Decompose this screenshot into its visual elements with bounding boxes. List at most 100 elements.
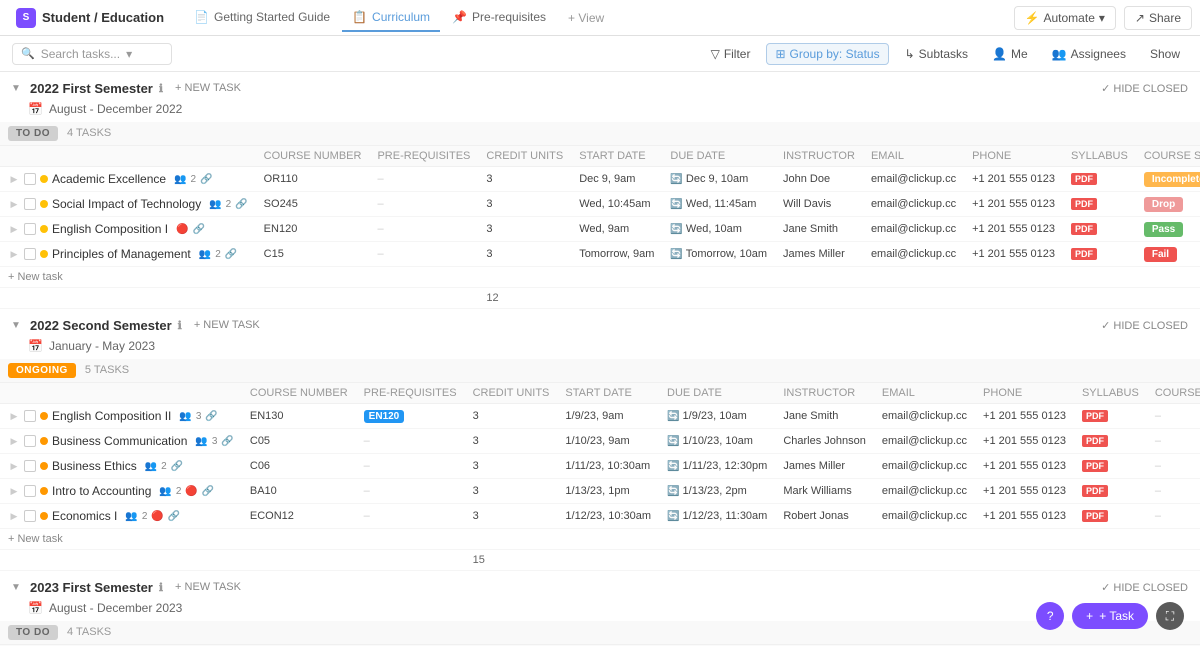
link-icon-sit[interactable]: 🔗: [235, 199, 247, 210]
assignees-btn[interactable]: 👥 Assignees: [1044, 44, 1134, 64]
course-status-ae: Incomplete: [1136, 167, 1200, 192]
section-2023-first: ▼ 2023 First Semester ℹ + NEW TASK ✓ HID…: [0, 571, 1200, 646]
task-name-ec1[interactable]: English Composition I: [52, 222, 168, 236]
group-by-btn[interactable]: ⊞ Group by: Status: [766, 43, 888, 65]
me-btn[interactable]: 👤 Me: [984, 44, 1036, 64]
task-expand-sit[interactable]: ▶: [8, 198, 20, 210]
syllabus-ec2[interactable]: PDF: [1074, 404, 1147, 429]
add-task-plus-icon: +: [1086, 609, 1093, 623]
task-name-pm[interactable]: Principles of Management: [52, 247, 191, 261]
task-expand-econ[interactable]: ▶: [8, 510, 20, 522]
automate-chevron: ▾: [1099, 11, 1105, 25]
automate-label: Automate: [1044, 11, 1095, 25]
new-task-btn-2022-first[interactable]: + NEW TASK: [169, 80, 247, 96]
link-icon-ec2[interactable]: 🔗: [205, 411, 217, 422]
link-icon-bc[interactable]: 🔗: [221, 436, 233, 447]
date-range-2023-first: August - December 2023: [49, 601, 182, 615]
add-view-btn[interactable]: + View: [558, 5, 614, 31]
help-btn[interactable]: ?: [1036, 602, 1064, 630]
link-icon-ec1[interactable]: 🔗: [193, 224, 205, 235]
syllabus-ae[interactable]: PDF: [1063, 167, 1136, 192]
syllabus-bc[interactable]: PDF: [1074, 429, 1147, 454]
task-checkbox-ae[interactable]: [24, 173, 36, 185]
task-name-bc[interactable]: Business Communication: [52, 434, 187, 448]
task-checkbox-be[interactable]: [24, 460, 36, 472]
new-task-btn-2022-second[interactable]: + NEW TASK: [188, 317, 266, 333]
toolbar-right: ▽ Filter ⊞ Group by: Status ↳ Subtasks 👤…: [703, 43, 1188, 65]
add-task-link-2022-first[interactable]: + New task: [8, 271, 1200, 283]
task-name-ec2[interactable]: English Composition II: [52, 409, 171, 423]
expand-btn[interactable]: ⛶: [1156, 602, 1184, 630]
start-date-ec1: Wed, 9am: [571, 217, 662, 242]
instructor-ia: Mark Williams: [775, 479, 874, 504]
task-expand-pm[interactable]: ▶: [8, 248, 20, 260]
task-name-ia[interactable]: Intro to Accounting: [52, 484, 151, 498]
filter-btn[interactable]: ▽ Filter: [703, 44, 759, 64]
syllabus-sit[interactable]: PDF: [1063, 192, 1136, 217]
link-icon-ae[interactable]: 🔗: [200, 174, 212, 185]
link-icon-be[interactable]: 🔗: [171, 461, 183, 472]
section-toggle-2023-first[interactable]: ▼: [8, 579, 24, 595]
link-icon-pm[interactable]: 🔗: [225, 249, 237, 260]
add-task-link-2022-second[interactable]: + New task: [8, 533, 1200, 545]
task-checkbox-ec1[interactable]: [24, 223, 36, 235]
section-title-text-2022-first: 2022 First Semester: [30, 81, 153, 96]
section-title-text-2023-first: 2023 First Semester: [30, 580, 153, 595]
task-name-econ[interactable]: Economics I: [52, 509, 117, 523]
task-expand-be[interactable]: ▶: [8, 460, 20, 472]
subtasks-btn[interactable]: ↳ Subtasks: [897, 44, 976, 64]
hide-closed-btn-2022-second[interactable]: ✓ HIDE CLOSED: [1101, 319, 1188, 332]
syllabus-be[interactable]: PDF: [1074, 454, 1147, 479]
task-name-cell-be: ▶ Business Ethics 👥2 🔗: [0, 454, 242, 479]
show-label: Show: [1150, 47, 1180, 61]
section-info-2022-first[interactable]: ℹ: [159, 82, 163, 95]
show-btn[interactable]: Show: [1142, 44, 1188, 64]
pre-req-bc: –: [356, 429, 465, 454]
task-name-ae[interactable]: Academic Excellence: [52, 172, 166, 186]
filter-icon: ▽: [711, 47, 720, 61]
task-expand-ec1[interactable]: ▶: [8, 223, 20, 235]
col-task-name: [0, 146, 256, 167]
tab-prerequisites[interactable]: 📌 Pre-requisites: [442, 4, 556, 32]
email-pm: email@clickup.cc: [863, 242, 964, 267]
add-task-fab[interactable]: + + Task: [1072, 603, 1148, 629]
task-checkbox-bc[interactable]: [24, 435, 36, 447]
task-expand-ia[interactable]: ▶: [8, 485, 20, 497]
task-checkbox-ia[interactable]: [24, 485, 36, 497]
syllabus-ec1[interactable]: PDF: [1063, 217, 1136, 242]
credits-pm: 3: [478, 242, 571, 267]
hide-closed-btn-2023-first[interactable]: ✓ HIDE CLOSED: [1101, 581, 1188, 594]
task-expand-bc[interactable]: ▶: [8, 435, 20, 447]
tab-curriculum[interactable]: 📋 Curriculum: [342, 4, 440, 32]
hide-closed-btn-2022-first[interactable]: ✓ HIDE CLOSED: [1101, 82, 1188, 95]
task-name-sit[interactable]: Social Impact of Technology: [52, 197, 201, 211]
search-box[interactable]: 🔍 Search tasks... ▾: [12, 43, 172, 65]
task-checkbox-sit[interactable]: [24, 198, 36, 210]
syllabus-econ[interactable]: PDF: [1074, 504, 1147, 529]
syllabus-ia[interactable]: PDF: [1074, 479, 1147, 504]
col-credits-s2: CREDIT UNITS: [465, 383, 558, 404]
task-expand-ae[interactable]: ▶: [8, 173, 20, 185]
task-checkbox-econ[interactable]: [24, 510, 36, 522]
link-icon-ia[interactable]: 🔗: [202, 486, 214, 497]
section-header-2022-first: ▼ 2022 First Semester ℹ + NEW TASK ✓ HID…: [0, 72, 1200, 100]
section-info-2022-second[interactable]: ℹ: [178, 319, 182, 332]
link-icon-econ[interactable]: 🔗: [168, 511, 180, 522]
share-btn[interactable]: ↗ Share: [1124, 6, 1192, 30]
new-task-btn-2023-first[interactable]: + NEW TASK: [169, 579, 247, 595]
task-name-be[interactable]: Business Ethics: [52, 459, 137, 473]
automate-btn[interactable]: ⚡ Automate ▾: [1014, 6, 1116, 30]
task-icons-sit: 👥2 🔗: [209, 199, 247, 210]
course-number-pm: C15: [256, 242, 370, 267]
section-info-2023-first[interactable]: ℹ: [159, 581, 163, 594]
task-name-cell-ec1: ▶ English Composition I 🔴 🔗: [0, 217, 256, 242]
syllabus-pm[interactable]: PDF: [1063, 242, 1136, 267]
total-credits-2022-second: 15: [465, 550, 558, 571]
task-checkbox-ec2[interactable]: [24, 410, 36, 422]
tab-getting-started[interactable]: 📄 Getting Started Guide: [184, 4, 340, 32]
task-checkbox-pm[interactable]: [24, 248, 36, 260]
task-color-ec2: [40, 412, 48, 420]
section-toggle-2022-first[interactable]: ▼: [8, 80, 24, 96]
task-expand-ec2[interactable]: ▶: [8, 410, 20, 422]
section-toggle-2022-second[interactable]: ▼: [8, 317, 24, 333]
